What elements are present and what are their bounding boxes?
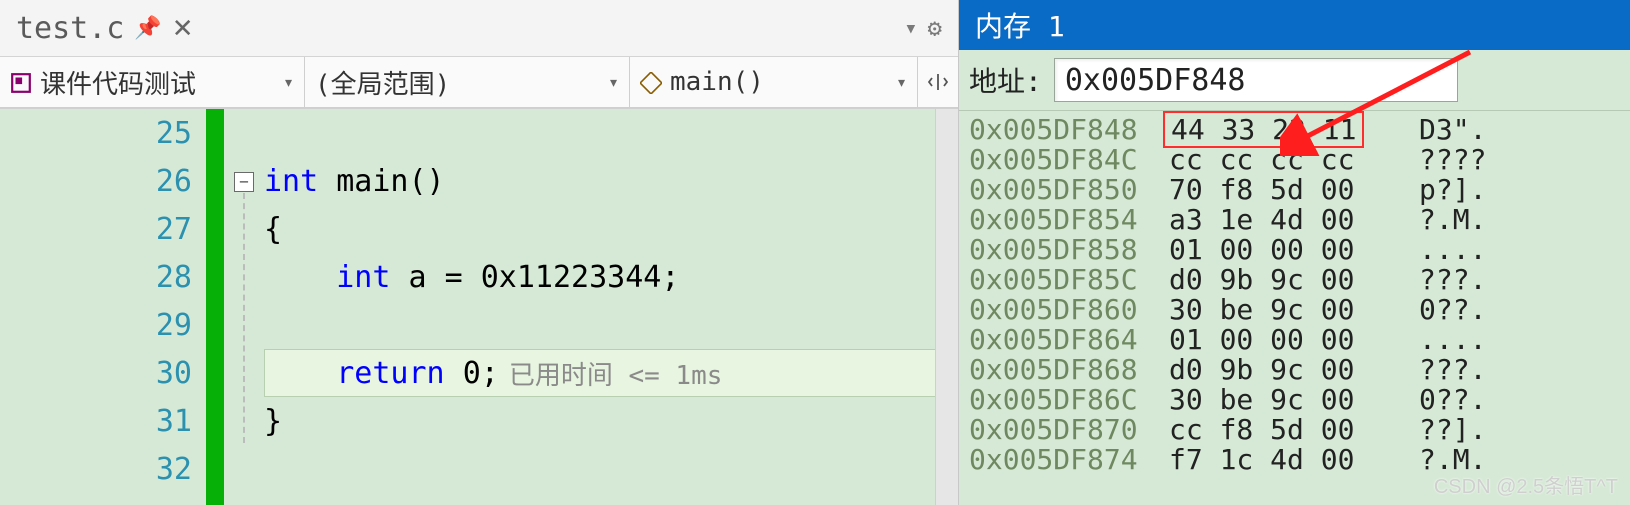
memory-ascii: .... — [1419, 325, 1529, 355]
pin-icon[interactable]: 📌 — [134, 16, 161, 41]
memory-row: 0x005DF84C cc cc cc cc???? — [969, 145, 1620, 175]
line-number: 30 — [0, 349, 206, 397]
memory-dump[interactable]: 0x005DF848 44 33 22 11 D3". 0x005DF84C cc cc… — [959, 111, 1630, 505]
tab-menu-caret-icon[interactable]: ▾ — [904, 16, 917, 41]
memory-row: 0x005DF870 cc f8 5d 00??]. — [969, 415, 1620, 445]
line-number: 26 — [0, 157, 206, 205]
line-number: 28 — [0, 253, 206, 301]
memory-row: 0x005DF85C d0 9b 9c 00???. — [969, 265, 1620, 295]
memory-bytes: 01 00 00 00 — [1169, 325, 1399, 355]
code-editor[interactable]: 25 26 27 28 29 30 31 32 − int main() { i… — [0, 108, 958, 505]
memory-bytes: cc cc cc cc — [1169, 145, 1399, 175]
memory-address: 0x005DF84C — [969, 145, 1149, 175]
file-scope-combo[interactable]: (全局范围) ▾ — [305, 57, 630, 107]
line-number: 25 — [0, 109, 206, 157]
memory-row: 0x005DF850 70 f8 5d 00 p?]. — [969, 175, 1620, 205]
chevron-down-icon: ▾ — [608, 72, 619, 93]
project-icon — [10, 71, 32, 93]
memory-address-bar: 地址: — [959, 50, 1630, 111]
memory-address: 0x005DF860 — [969, 295, 1149, 325]
memory-ascii: ???. — [1419, 265, 1529, 295]
memory-bytes: 30 be 9c 00 — [1169, 385, 1399, 415]
project-scope-combo[interactable]: 课件代码测试 ▾ — [0, 57, 305, 107]
memory-ascii: p?]. — [1419, 175, 1529, 205]
memory-bytes: d0 9b 9c 00 — [1169, 265, 1399, 295]
line-number: 31 — [0, 397, 206, 445]
memory-bytes: cc f8 5d 00 — [1169, 415, 1399, 445]
line-number: 32 — [0, 445, 206, 493]
memory-ascii: 0??. — [1419, 295, 1529, 325]
memory-ascii: 0??. — [1419, 385, 1529, 415]
fold-guide — [243, 193, 245, 443]
memory-row: 0x005DF864 01 00 00 00.... — [969, 325, 1620, 355]
code-line: } — [264, 397, 958, 445]
memory-bytes: 70 f8 5d 00 — [1169, 175, 1399, 205]
memory-ascii: D3". — [1419, 115, 1529, 145]
memory-row: 0x005DF868 d0 9b 9c 00???. — [969, 355, 1620, 385]
close-icon[interactable]: ✕ — [172, 13, 194, 44]
code-editor-pane: test.c 📌 ✕ ▾ ⚙ 课件代码测试 ▾ (全局范围) ▾ — [0, 0, 959, 505]
perf-tip[interactable]: 已用时间 <= 1ms — [509, 355, 723, 392]
code-text-area[interactable]: int main() { int a = 0x11223344; return … — [264, 109, 958, 505]
memory-row: 0x005DF860 30 be 9c 00 0??. — [969, 295, 1620, 325]
code-line: int a = 0x11223344; — [264, 253, 958, 301]
memory-address: 0x005DF854 — [969, 205, 1149, 235]
project-scope-label: 课件代码测试 — [40, 64, 196, 101]
memory-bytes: 01 00 00 00 — [1169, 235, 1399, 265]
fold-toggle-icon[interactable]: − — [234, 172, 254, 192]
code-line — [264, 109, 958, 157]
tab-strip: test.c 📌 ✕ ▾ ⚙ — [0, 0, 958, 57]
address-label: 地址: — [969, 60, 1042, 100]
memory-bytes: f7 1c 4d 00 — [1169, 445, 1399, 475]
memory-row: 0x005DF86C 30 be 9c 00 0??. — [969, 385, 1620, 415]
memory-address: 0x005DF848 — [969, 115, 1149, 145]
address-input[interactable] — [1054, 58, 1458, 102]
memory-bytes: d0 9b 9c 00 — [1169, 355, 1399, 385]
memory-row: 0x005DF848 44 33 22 11 D3". — [969, 115, 1620, 145]
code-line — [264, 301, 958, 349]
memory-ascii: ?.M. — [1419, 205, 1529, 235]
memory-address: 0x005DF870 — [969, 415, 1149, 445]
line-number: 27 — [0, 205, 206, 253]
file-tab[interactable]: test.c 📌 ✕ — [6, 5, 204, 52]
code-line-current: return 0;已用时间 <= 1ms — [264, 349, 958, 397]
function-scope-label: main() — [670, 67, 764, 97]
code-line: int main() — [264, 157, 958, 205]
outline-column: − — [224, 109, 264, 505]
memory-bytes: 44 33 22 11 — [1169, 115, 1399, 145]
memory-panel-title[interactable]: 内存 1 — [959, 0, 1630, 50]
memory-address: 0x005DF874 — [969, 445, 1149, 475]
code-line — [264, 445, 958, 493]
memory-ascii: ???. — [1419, 355, 1529, 385]
function-scope-combo[interactable]: main() ▾ — [630, 57, 917, 107]
memory-bytes: a3 1e 4d 00 — [1169, 205, 1399, 235]
context-bar: 课件代码测试 ▾ (全局范围) ▾ main() ▾ — [0, 57, 958, 108]
memory-address: 0x005DF864 — [969, 325, 1149, 355]
memory-row: 0x005DF854 a3 1e 4d 00 ?.M. — [969, 205, 1620, 235]
watermark: CSDN @2.5条悟T^T — [1434, 470, 1618, 499]
line-number: 29 — [0, 301, 206, 349]
memory-ascii: ??]. — [1419, 415, 1529, 445]
split-view-button[interactable] — [917, 57, 958, 107]
code-line: { — [264, 205, 958, 253]
memory-ascii: ???? — [1419, 145, 1529, 175]
memory-address: 0x005DF850 — [969, 175, 1149, 205]
memory-ascii: .... — [1419, 235, 1529, 265]
gear-icon[interactable]: ⚙ — [928, 14, 942, 42]
memory-row: 0x005DF858 01 00 00 00.... — [969, 235, 1620, 265]
memory-bytes: 30 be 9c 00 — [1169, 295, 1399, 325]
method-icon — [640, 71, 662, 93]
memory-address: 0x005DF85C — [969, 265, 1149, 295]
memory-address: 0x005DF86C — [969, 385, 1149, 415]
change-track — [206, 109, 224, 505]
chevron-down-icon: ▾ — [283, 72, 294, 93]
file-scope-label: (全局范围) — [315, 64, 450, 101]
memory-panel: 内存 1 地址: 0x005DF84844 33 22 11D3".0x005D… — [959, 0, 1630, 505]
vertical-scrollbar[interactable] — [935, 109, 958, 505]
chevron-down-icon: ▾ — [896, 72, 907, 93]
memory-address: 0x005DF858 — [969, 235, 1149, 265]
file-tab-label: test.c — [16, 11, 124, 46]
line-number-gutter: 25 26 27 28 29 30 31 32 — [0, 109, 206, 505]
memory-address: 0x005DF868 — [969, 355, 1149, 385]
